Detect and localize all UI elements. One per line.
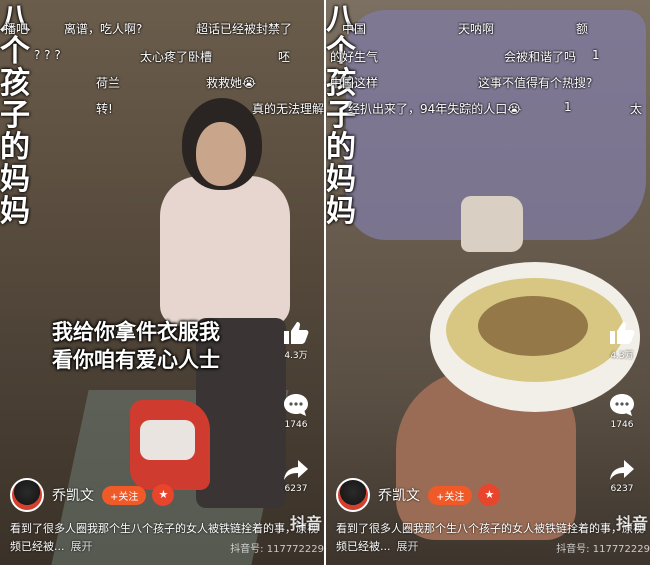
thumbs-up-icon	[610, 322, 635, 344]
share-count: 6237	[284, 484, 308, 494]
comment-button[interactable]: 1746	[278, 392, 314, 430]
gift-icon[interactable]: ★	[152, 484, 175, 506]
danmaku-comment: 中国	[342, 22, 367, 36]
author-row: 乔凯文 +关注 ★	[336, 478, 501, 512]
danmaku-comment: 额	[576, 22, 589, 36]
comment-bubble-icon	[610, 394, 634, 416]
danmaku-comment: 1	[592, 48, 600, 62]
douyin-id: 抖音号: 117772229	[556, 544, 650, 555]
danmaku-comment: 播吧	[4, 22, 29, 36]
comment-count: 1746	[610, 420, 634, 430]
danmaku-comment: 救救她😭	[206, 76, 257, 90]
like-count: 4.3万	[610, 351, 634, 361]
danmaku-comment: 经扒出来了，94年失踪的人口😭	[348, 102, 522, 116]
danmaku-comment: 太	[630, 102, 643, 116]
vertical-title: 八 个 孩 子 的 妈 妈	[0, 2, 30, 229]
left-video-panel[interactable]: 八 个 孩 子 的 妈 妈 播吧 离谱，吃人啊? 超话已经被封禁了 ? ? ? …	[0, 0, 324, 565]
bowl-topping	[478, 296, 588, 356]
right-video-panel[interactable]: 八 个 孩 子 的 妈 妈 中国 天呐啊 额 的好生气 会被和谐了吗 1 中国这…	[326, 0, 650, 565]
douyin-logo-text: 抖音	[615, 514, 648, 533]
author-row: 乔凯文 +关注 ★	[10, 478, 175, 512]
avatar[interactable]	[10, 478, 44, 512]
author-name[interactable]: 乔凯文	[378, 485, 420, 505]
comment-bubble-icon	[284, 394, 308, 416]
danmaku-comment: 天呐啊	[458, 22, 495, 36]
expand-link[interactable]: 展开	[397, 540, 419, 553]
douyin-logo-text: 抖音	[289, 514, 322, 533]
white-cloth	[140, 420, 195, 460]
douyin-id: 抖音号: 117772229	[230, 544, 324, 555]
danmaku-comment: 超话已经被封禁了	[196, 22, 293, 36]
share-arrow-icon	[610, 460, 634, 480]
danmaku-comment: 荷兰	[96, 76, 121, 90]
expand-link[interactable]: 展开	[71, 540, 93, 553]
share-count: 6237	[610, 484, 634, 494]
danmaku-comment: 太心疼了卧槽	[140, 50, 213, 64]
woman-face	[196, 122, 246, 186]
follow-button[interactable]: +关注	[102, 485, 147, 505]
danmaku-comment: 会被和谐了吗	[504, 50, 577, 64]
like-button[interactable]: 4.3万	[604, 320, 640, 361]
danmaku-comment: ? ? ?	[34, 48, 61, 62]
danmaku-comment: 1	[564, 100, 572, 114]
danmaku-comment: 的好生气	[330, 50, 379, 64]
danmaku-comment: 这事不值得有个热搜?	[478, 76, 593, 90]
danmaku-comment: 呸	[278, 50, 291, 64]
gift-icon[interactable]: ★	[478, 484, 501, 506]
steamed-bun	[461, 196, 523, 252]
share-button[interactable]: 6237	[278, 458, 314, 494]
woman-sweater	[160, 176, 290, 326]
comment-count: 1746	[284, 420, 308, 430]
share-button[interactable]: 6237	[604, 458, 640, 494]
screenshot-pair: 八 个 孩 子 的 妈 妈 播吧 离谱，吃人啊? 超话已经被封禁了 ? ? ? …	[0, 0, 650, 565]
thumbs-up-icon	[284, 322, 309, 344]
like-count: 4.3万	[284, 351, 308, 361]
danmaku-comment: 中国这样	[330, 76, 379, 90]
author-name[interactable]: 乔凯文	[52, 485, 94, 505]
danmaku-comment: 真的无法理解	[252, 102, 324, 116]
danmaku-comment: 转!	[96, 102, 113, 116]
avatar[interactable]	[336, 478, 370, 512]
like-button[interactable]: 4.3万	[278, 320, 314, 361]
share-arrow-icon	[284, 460, 308, 480]
comment-button[interactable]: 1746	[604, 392, 640, 430]
video-subtitle: 我给你拿件衣服我	[52, 320, 220, 344]
follow-button[interactable]: +关注	[428, 485, 473, 505]
danmaku-comment: 离谱，吃人啊?	[64, 22, 143, 36]
video-subtitle: 看你咱有爱心人士	[52, 348, 220, 372]
